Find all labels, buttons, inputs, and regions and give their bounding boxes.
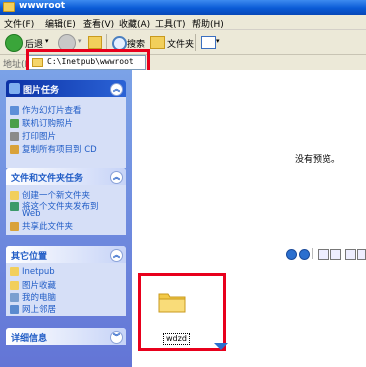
computer-icon [10,293,19,302]
network-icon [10,305,19,314]
task-label: 打印图片 [22,132,57,142]
expand-icon[interactable]: ︾ [110,331,123,344]
menu-tools[interactable]: 工具(T) [155,17,186,30]
other-places-title: 其它位置 [11,252,48,262]
collapse-icon[interactable]: ︽ [110,171,123,184]
collapse-icon[interactable]: ︽ [110,83,123,96]
menu-view[interactable]: 查看(V) [83,17,114,30]
title-bar[interactable]: wwwroot [0,0,366,15]
collapse-icon[interactable]: ︽ [110,249,123,262]
other-places-panel: 其它位置 ︽ Inetpub 图片收藏 我的电脑 网上邻居 [6,246,126,316]
picture-tasks-icon [9,83,20,94]
task-label: 共享此文件夹 [22,222,74,232]
toolbar-separator [195,34,196,51]
picture-tasks-header[interactable]: 图片任务 ︽ [6,80,126,97]
best-fit-icon[interactable] [318,249,329,260]
place-inetpub[interactable]: Inetpub [10,267,55,277]
task-copy-cd[interactable]: 复制所有项目到 CD [10,143,97,155]
slideshow-icon [10,106,19,115]
previous-image-button[interactable] [286,249,297,260]
file-tasks-header[interactable]: 文件和文件夹任务 ︽ [6,168,126,185]
folders-label: 文件夹 [167,40,195,50]
details-panel: 详细信息 ︾ [6,328,126,345]
details-header[interactable]: 详细信息 ︾ [6,328,126,345]
picture-tasks-panel: 图片任务 ︽ 作为幻灯片查看 联机订购照片 打印图片 复制所有项目到 CD [6,80,126,168]
place-my-pictures[interactable]: 图片收藏 [10,279,56,291]
scroll-down-icon[interactable] [214,343,228,350]
forward-dropdown-icon[interactable]: ▾ [78,37,82,45]
menu-help[interactable]: 帮助(H) [192,17,224,30]
task-label: 联机订购照片 [22,119,74,129]
views-dropdown-icon: ▾ [216,37,220,45]
globe-icon [10,202,19,211]
details-title: 详细信息 [11,334,48,344]
place-label: 图片收藏 [22,281,57,291]
folder-icon [158,293,186,313]
file-tasks-panel: 文件和文件夹任务 ︽ 创建一个新文件夹 将这个文件夹发布到 Web 共享此文件夹 [6,168,126,235]
place-label: 我的电脑 [22,293,57,303]
task-label: 复制所有项目到 CD [22,145,97,155]
actual-size-icon[interactable] [330,249,341,260]
task-slideshow[interactable]: 作为幻灯片查看 [10,104,82,116]
cd-icon [10,145,19,154]
task-share-folder[interactable]: 共享此文件夹 [10,220,73,232]
task-publish-web-cont[interactable]: Web [22,209,41,219]
window-title: wwwroot [19,1,66,11]
menu-edit[interactable]: 编辑(E) [45,17,76,30]
views-icon [201,36,216,49]
menu-file[interactable]: 文件(F) [4,17,34,30]
place-label: Inetpub [22,267,55,277]
next-image-button[interactable] [299,249,310,260]
preview-message: 没有预览。 [295,155,341,165]
up-folder-icon[interactable] [88,36,102,49]
rotate-icon[interactable] [345,249,356,260]
menu-bar: 文件(F) 编辑(E) 查看(V) 收藏(A) 工具(T) 帮助(H) [0,15,366,30]
order-prints-icon [10,119,19,128]
place-my-computer[interactable]: 我的电脑 [10,291,56,303]
task-label: 作为幻灯片查看 [22,106,82,116]
folder-name-label[interactable]: wdzd [163,333,190,345]
task-print[interactable]: 打印图片 [10,130,56,142]
share-icon [10,222,19,231]
task-pane: 图片任务 ︽ 作为幻灯片查看 联机订购照片 打印图片 复制所有项目到 CD 文件… [0,70,132,367]
task-order-prints[interactable]: 联机订购照片 [10,117,73,129]
printer-icon [10,132,19,141]
back-dropdown-icon[interactable]: ▾ [45,37,49,45]
menu-favorites[interactable]: 收藏(A) [119,17,150,30]
folders-icon [150,36,165,49]
rotate-counter-icon[interactable] [357,249,366,260]
other-places-header[interactable]: 其它位置 ︽ [6,246,126,263]
folder-icon [10,267,19,276]
folder-icon [3,2,15,12]
back-arrow-icon [5,34,23,52]
file-tasks-title: 文件和文件夹任务 [11,174,84,184]
picture-tasks-title: 图片任务 [23,86,60,96]
nav-separator [312,248,313,259]
place-network[interactable]: 网上邻居 [10,303,56,315]
folder-icon [10,281,19,290]
new-folder-icon [10,191,19,200]
place-label: 网上邻居 [22,305,57,315]
